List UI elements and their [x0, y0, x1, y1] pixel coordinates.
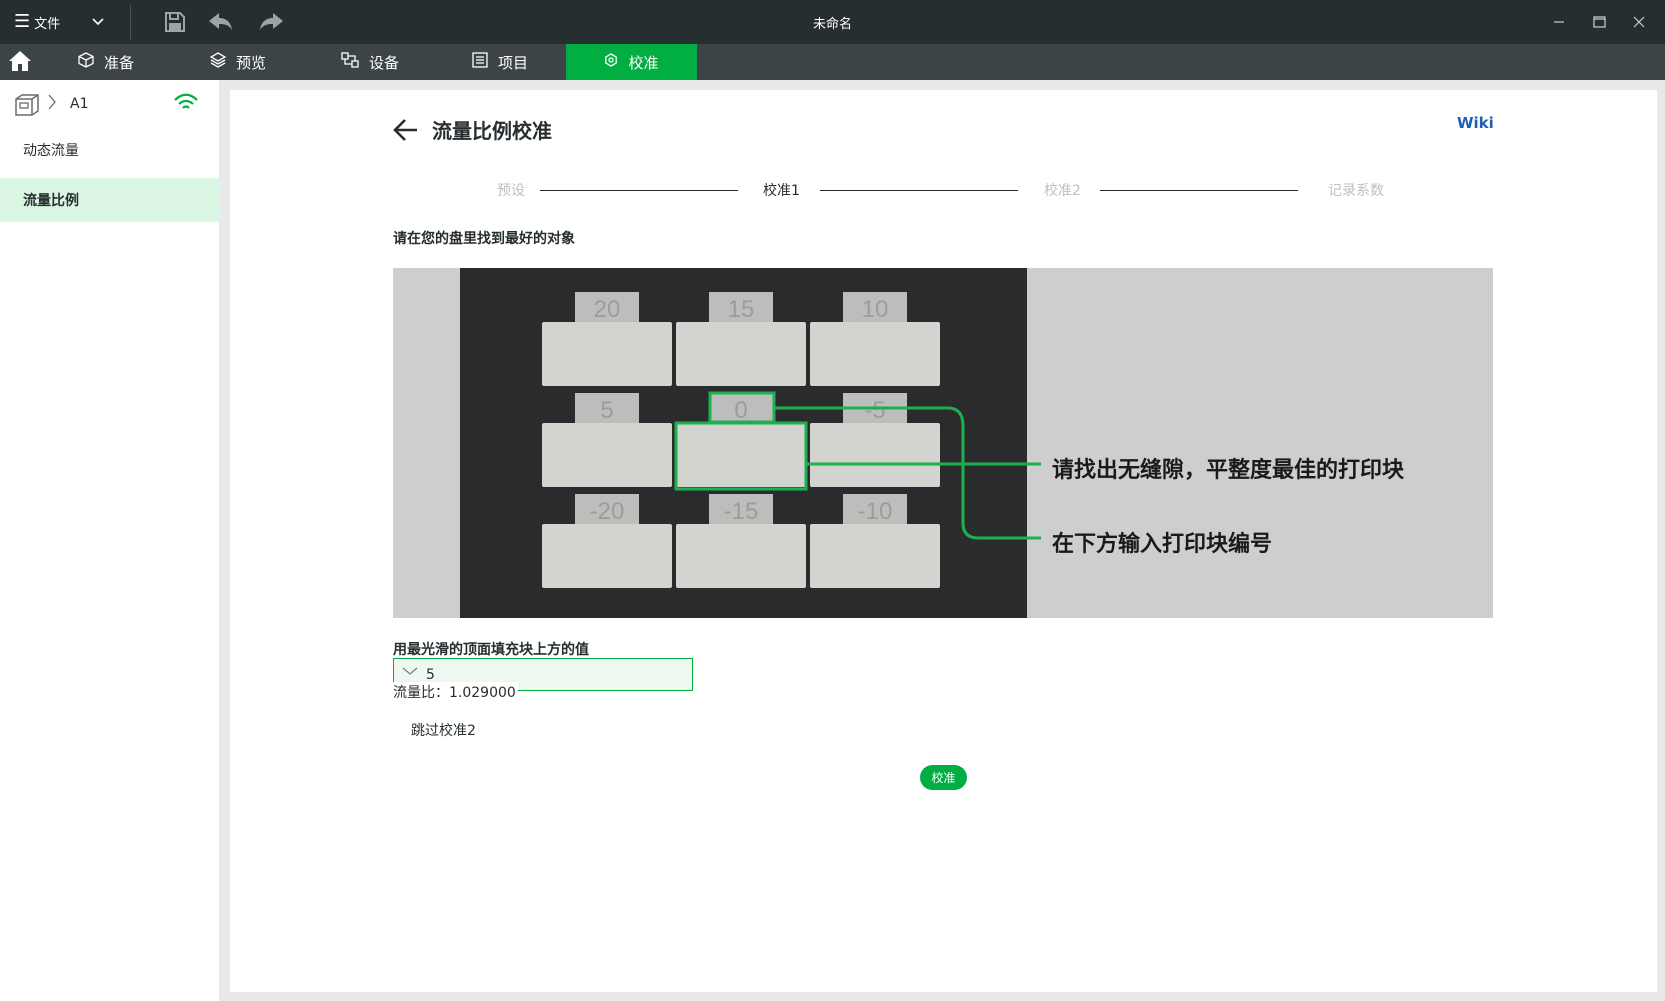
calibration-image: 20 15 10 5 0 -5 -20 -15 -10 请找出无缝隙，平整度最佳的打印块 在下方…: [393, 268, 1493, 618]
device-name: A1: [70, 96, 89, 112]
block-label: 0: [734, 397, 747, 424]
chevron-right-icon: [48, 94, 56, 114]
chevron-down-icon[interactable]: [92, 16, 104, 29]
wifi-icon: [173, 93, 199, 117]
calibration-block: [676, 524, 806, 588]
window-title: 未命名: [812, 17, 852, 32]
sidebar-item-flow-ratio[interactable]: 流量比例: [0, 178, 219, 222]
block-label: 5: [600, 397, 613, 424]
calibration-sidebar: A1 动态流量 流量比例: [0, 80, 219, 1001]
device-selector[interactable]: A1: [0, 90, 219, 120]
step-record-factor: 记录系数: [1328, 183, 1384, 199]
title-bar: ☰ 文件 未命名: [0, 0, 1665, 44]
sidebar-item-dynamic-flow[interactable]: 动态流量: [0, 128, 219, 172]
block-label: 15: [728, 296, 755, 323]
home-icon[interactable]: [8, 50, 34, 74]
close-icon[interactable]: [1627, 10, 1651, 34]
step-connector: [820, 190, 1018, 191]
printer-icon: [14, 94, 40, 120]
flow-ratio-readout: 流量比：1.029000: [393, 682, 518, 702]
block-label: 10: [862, 296, 889, 323]
tab-label: 项目: [498, 53, 529, 72]
calibration-block: [810, 524, 940, 588]
project-icon: [472, 52, 488, 72]
block-label: -5: [864, 397, 885, 424]
tab-prepare[interactable]: 准备: [78, 44, 134, 80]
block-label: -15: [724, 498, 759, 525]
toolbar-divider: [130, 4, 131, 40]
step-connector: [540, 190, 738, 191]
callout-text: 在下方输入打印块编号: [1052, 532, 1273, 557]
block-label: 20: [594, 296, 621, 323]
calibration-block: [810, 423, 940, 487]
step-calibration-2: 校准2: [1044, 183, 1081, 199]
tab-label: 预览: [236, 53, 267, 72]
calibration-block: [810, 322, 940, 386]
calibration-block: [542, 524, 672, 588]
tab-preview[interactable]: 预览: [209, 44, 267, 80]
tab-device[interactable]: 设备: [341, 44, 399, 80]
calibrate-button[interactable]: 校准: [920, 765, 967, 790]
undo-icon[interactable]: [208, 10, 234, 34]
maximize-icon[interactable]: [1587, 10, 1611, 34]
save-icon[interactable]: [162, 10, 188, 34]
step-connector: [1100, 190, 1298, 191]
calibration-block: [542, 322, 672, 386]
page-title: 流量比例校准: [432, 119, 552, 143]
chevron-down-icon: [402, 665, 418, 679]
tab-label: 设备: [369, 53, 400, 72]
device-icon: [341, 52, 359, 72]
calibration-block: [542, 423, 672, 487]
tab-project[interactable]: 项目: [472, 44, 528, 80]
step-preset: 预设: [497, 183, 525, 199]
menu-icon: ☰: [14, 11, 31, 32]
minimize-icon[interactable]: [1547, 10, 1571, 34]
block-label: -20: [590, 498, 625, 525]
callout-text: 请找出无缝隙，平整度最佳的打印块: [1052, 458, 1405, 483]
selected-value: 5: [426, 667, 435, 683]
select-label: 用最光滑的顶面填充块上方的值: [393, 642, 589, 658]
sidebar-item-label: 动态流量: [23, 143, 79, 159]
main-tab-bar: 准备 预览 设备 项目 校准: [0, 44, 1665, 80]
calibration-icon: [604, 53, 618, 71]
block-label: -10: [858, 498, 893, 525]
cube-icon: [78, 52, 94, 72]
sidebar-item-label: 流量比例: [23, 193, 79, 209]
step-calibration-1: 校准1: [763, 183, 800, 199]
print-plate-photo: 20 15 10 5 0 -5 -20 -15 -10: [460, 268, 1041, 618]
wiki-link[interactable]: Wiki: [1457, 114, 1494, 132]
layers-icon: [209, 52, 227, 72]
file-menu-label: 文件: [34, 16, 61, 32]
calibration-block: [676, 423, 806, 487]
skip-calibration-2-button[interactable]: 跳过校准2: [411, 720, 476, 740]
tab-label: 准备: [104, 53, 135, 72]
calibration-panel: 流量比例校准 Wiki 预设 校准1 校准2 记录系数 请在您的盘里找到最好的对…: [230, 90, 1657, 992]
instruction-text: 请在您的盘里找到最好的对象: [393, 231, 575, 247]
calibration-block: [676, 322, 806, 386]
tab-calibration[interactable]: 校准: [566, 44, 697, 80]
redo-icon[interactable]: [258, 10, 284, 34]
file-menu-button[interactable]: ☰ 文件: [14, 10, 104, 34]
back-arrow-icon[interactable]: [393, 118, 421, 142]
tab-label: 校准: [628, 53, 659, 72]
